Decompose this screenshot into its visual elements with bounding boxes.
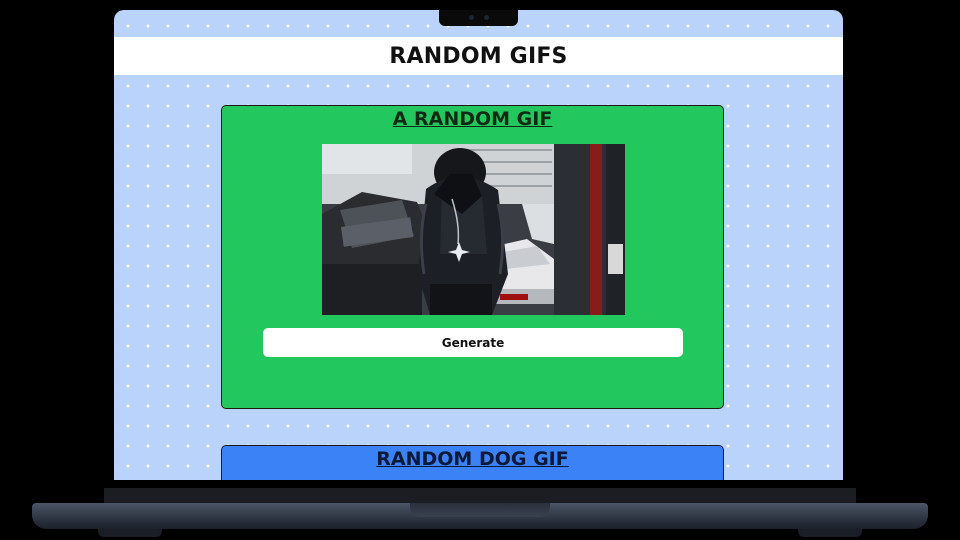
browser-viewport: RANDOM GIFS A RANDOM GIF Generate RANDOM… <box>114 10 843 480</box>
laptop-lid-opening <box>410 503 550 517</box>
generate-button[interactable]: Generate <box>263 328 683 357</box>
camera-icon <box>469 15 474 20</box>
hooded-figure-in-garage-image <box>322 144 625 315</box>
random-dog-gif-title: RANDOM DOG GIF <box>376 448 569 470</box>
laptop-foot-right <box>798 529 862 537</box>
laptop-foot-left <box>98 529 162 537</box>
camera-notch <box>439 10 518 26</box>
site-header: RANDOM GIFS <box>114 37 843 75</box>
gif-image <box>322 144 625 315</box>
laptop-hinge <box>104 488 856 504</box>
sensor-icon <box>484 15 489 20</box>
random-gif-card: A RANDOM GIF Generate <box>221 105 724 409</box>
page-title: RANDOM GIFS <box>389 43 568 69</box>
random-dog-gif-card: RANDOM DOG GIF <box>221 445 724 480</box>
random-gif-title: A RANDOM GIF <box>392 108 553 130</box>
laptop-mockup: RANDOM GIFS A RANDOM GIF Generate RANDOM… <box>0 0 960 540</box>
